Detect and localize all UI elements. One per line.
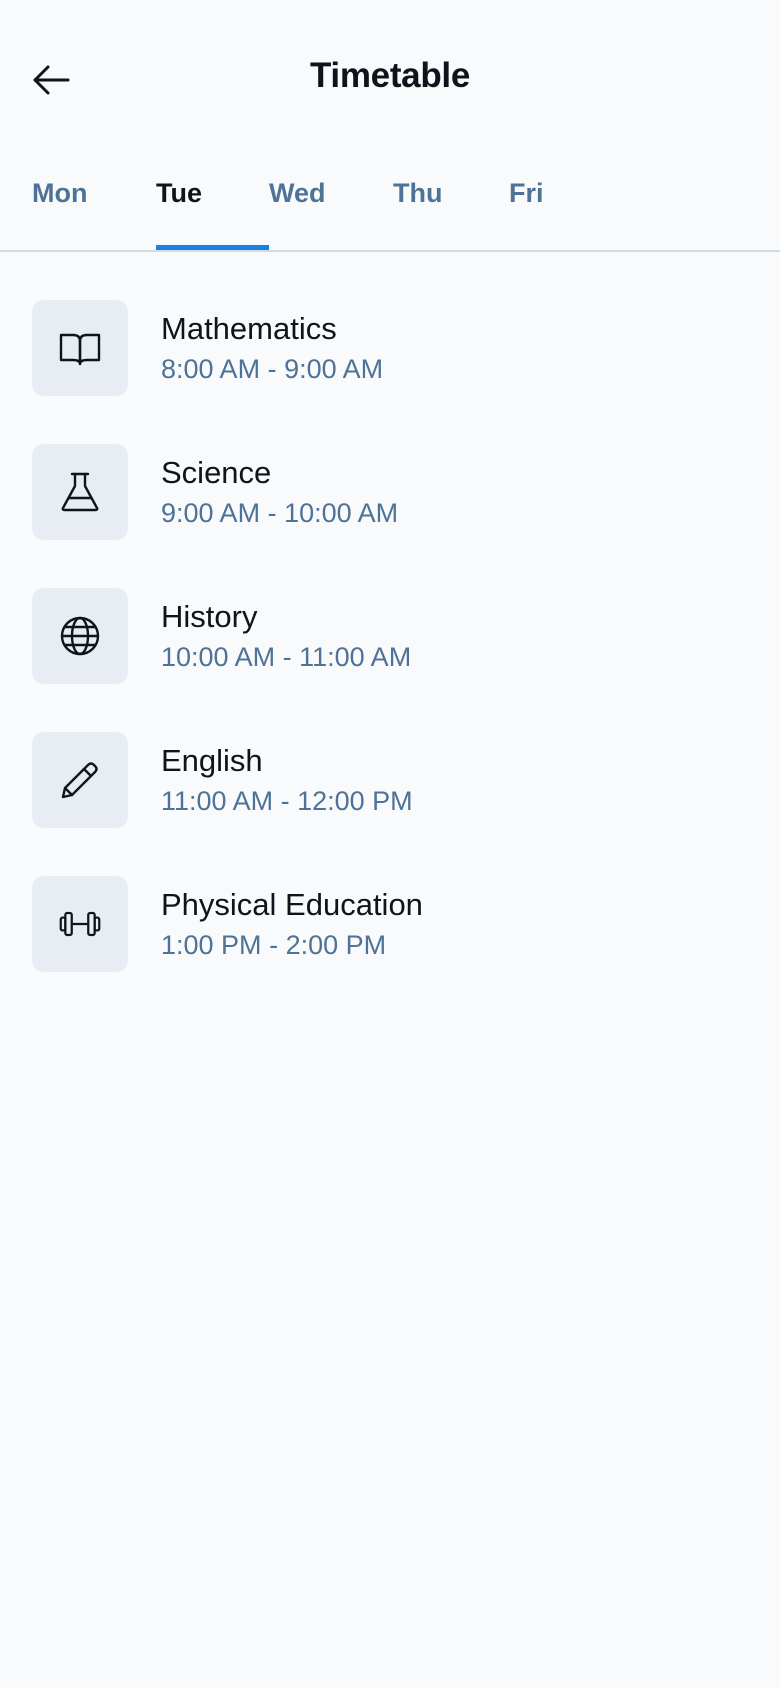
day-tabs: Mon Tue Wed Thu Fri: [0, 158, 780, 252]
class-start-time: 8:00 AM: [161, 354, 261, 384]
class-item-science[interactable]: Science 9:00 AM - 10:00 AM: [0, 444, 780, 540]
icon-tile: [32, 732, 128, 828]
class-end-time: 12:00 PM: [297, 786, 413, 816]
time-separator: -: [280, 786, 290, 816]
class-name: History: [161, 599, 258, 634]
book-open-icon: [59, 333, 101, 366]
class-name: Science: [161, 455, 272, 490]
icon-tile: [32, 300, 128, 396]
tab-label: Wed: [269, 178, 326, 208]
time-separator: -: [282, 642, 292, 672]
class-start-time: 11:00 AM: [161, 786, 274, 816]
tab-wed[interactable]: Wed: [269, 158, 393, 250]
class-end-time: 9:00 AM: [284, 354, 384, 384]
icon-tile: [32, 588, 128, 684]
active-tab-indicator: [156, 245, 269, 250]
class-item-history[interactable]: History 10:00 AM - 11:00 AM: [0, 588, 780, 684]
class-name: Mathematics: [161, 311, 337, 346]
class-time: 9:00 AM - 10:00 AM: [161, 495, 398, 531]
tab-label: Thu: [393, 178, 443, 208]
pencil-icon: [61, 762, 98, 799]
tab-thu[interactable]: Thu: [393, 158, 509, 250]
class-list: Mathematics 8:00 AM - 9:00 AM Science 9:…: [0, 252, 780, 972]
tab-fri[interactable]: Fri: [509, 158, 589, 250]
icon-tile: [32, 444, 128, 540]
class-time: 1:00 PM - 2:00 PM: [161, 927, 423, 963]
tab-label: Fri: [509, 178, 544, 208]
time-separator: -: [269, 930, 279, 960]
class-item-mathematics[interactable]: Mathematics 8:00 AM - 9:00 AM: [0, 300, 780, 396]
class-start-time: 9:00 AM: [161, 498, 261, 528]
class-name: English: [161, 743, 263, 778]
icon-tile: [32, 876, 128, 972]
globe-icon: [60, 616, 100, 656]
class-start-time: 10:00 AM: [161, 642, 276, 672]
time-separator: -: [267, 354, 277, 384]
page-title: Timetable: [309, 56, 471, 95]
tab-tue[interactable]: Tue: [156, 158, 269, 250]
class-end-time: 2:00 PM: [285, 930, 387, 960]
tab-label: Mon: [32, 178, 88, 208]
flask-icon: [61, 472, 99, 512]
class-time: 10:00 AM - 11:00 AM: [161, 639, 411, 675]
barbell-icon: [59, 911, 101, 937]
class-name: Physical Education: [161, 887, 423, 922]
class-item-english[interactable]: English 11:00 AM - 12:00 PM: [0, 732, 780, 828]
class-end-time: 10:00 AM: [284, 498, 399, 528]
tab-mon[interactable]: Mon: [32, 158, 156, 250]
class-start-time: 1:00 PM: [161, 930, 262, 960]
time-separator: -: [267, 498, 277, 528]
class-item-physical-education[interactable]: Physical Education 1:00 PM - 2:00 PM: [0, 876, 780, 972]
tab-label: Tue: [156, 178, 202, 208]
class-time: 8:00 AM - 9:00 AM: [161, 351, 383, 387]
top-app-bar: Timetable: [0, 0, 780, 158]
class-end-time: 11:00 AM: [299, 642, 412, 672]
class-time: 11:00 AM - 12:00 PM: [161, 783, 413, 819]
